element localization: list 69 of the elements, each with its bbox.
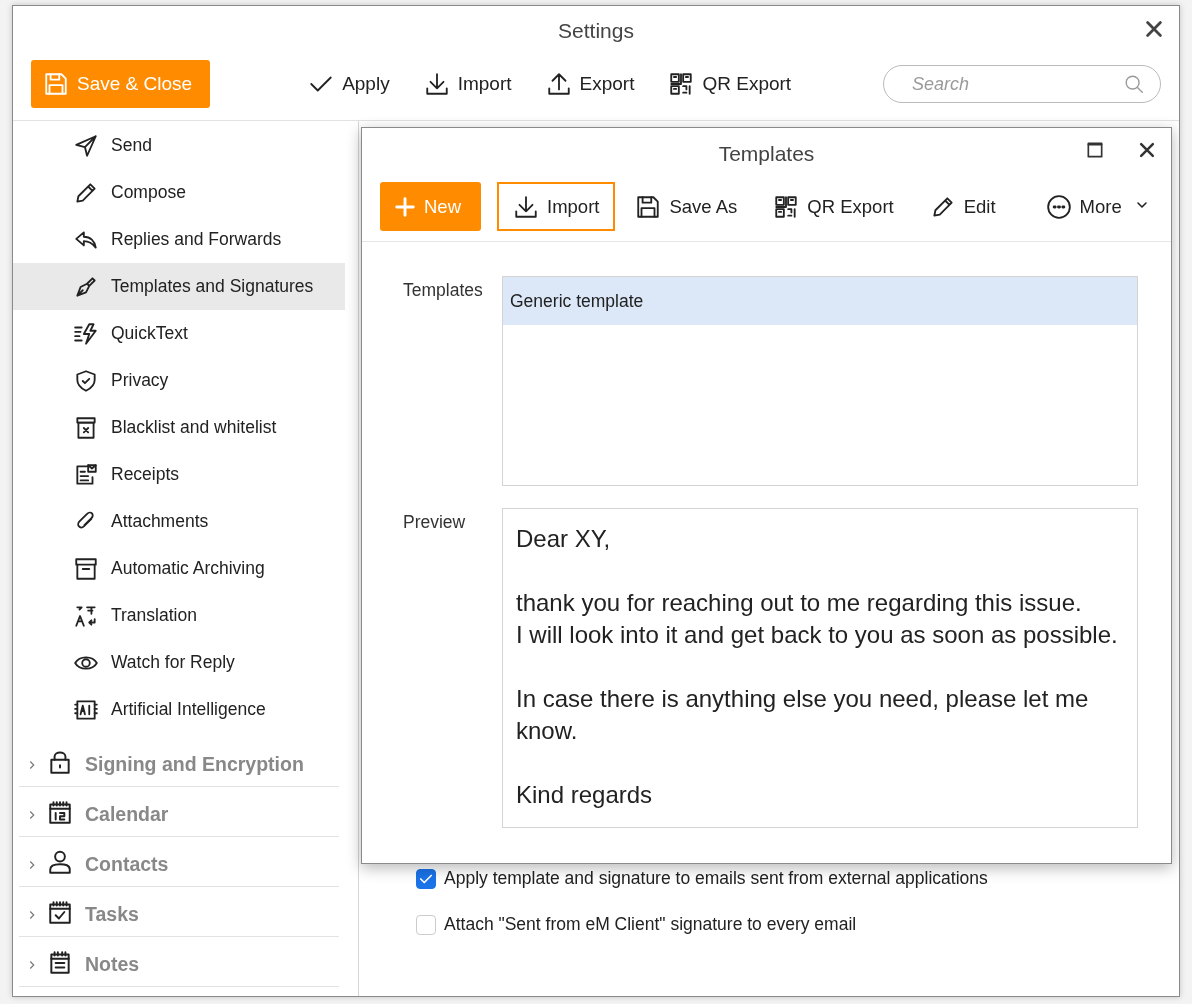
preview-text: Dear XY, bbox=[516, 524, 612, 554]
sidebar-group[interactable]: Notes bbox=[19, 943, 339, 987]
toolbar-button[interactable]: QR Export bbox=[658, 60, 802, 108]
window-title: Settings bbox=[558, 19, 634, 43]
sidebar-item[interactable]: Automatic Archiving bbox=[13, 545, 345, 592]
field-label: Preview bbox=[402, 511, 467, 534]
more-icon bbox=[1045, 193, 1072, 220]
sidebar-item[interactable]: Attachments bbox=[13, 498, 345, 545]
sidebar-item[interactable]: Watch for Reply bbox=[13, 639, 345, 686]
dialog-title: Templates bbox=[718, 142, 815, 166]
sidebar-group[interactable]: Tasks bbox=[19, 893, 339, 937]
sidebar-item[interactable]: Artificial Intelligence bbox=[13, 686, 345, 733]
search-icon bbox=[1123, 73, 1145, 95]
blocked-box-icon bbox=[73, 414, 99, 441]
lock-icon bbox=[47, 749, 73, 775]
calendar-icon bbox=[47, 799, 73, 825]
sidebar-item[interactable]: Replies and Forwards bbox=[13, 216, 345, 263]
checkbox[interactable] bbox=[416, 914, 436, 935]
close-icon bbox=[1137, 140, 1157, 160]
sidebar-item[interactable]: QuickText bbox=[13, 310, 345, 357]
shield-icon bbox=[73, 367, 99, 394]
save-icon bbox=[635, 193, 662, 220]
maximize-icon bbox=[1085, 140, 1105, 160]
sidebar-item[interactable]: Send bbox=[13, 122, 345, 169]
send-icon bbox=[73, 132, 99, 159]
sidebar-item[interactable]: Privacy bbox=[13, 357, 345, 404]
list-item[interactable]: Generic template bbox=[503, 277, 1137, 325]
field-label: Templates bbox=[402, 279, 484, 302]
checkbox[interactable] bbox=[416, 868, 436, 889]
toolbar-button[interactable]: Import bbox=[497, 182, 616, 231]
sidebar-item[interactable]: Blacklist and whitelist bbox=[13, 404, 345, 451]
notes-icon bbox=[47, 949, 73, 975]
maximize-button[interactable] bbox=[1085, 140, 1105, 160]
sidebar-group[interactable]: Signing and Encryption bbox=[19, 743, 339, 787]
archive-icon bbox=[73, 555, 99, 582]
toolbar-button[interactable]: Import bbox=[413, 60, 522, 108]
preview-text: Kind regards bbox=[516, 780, 654, 810]
qr-code-icon bbox=[668, 71, 695, 97]
task-icon bbox=[47, 899, 73, 925]
toolbar-button[interactable]: More bbox=[1029, 182, 1166, 231]
toolbar-button[interactable]: Apply bbox=[298, 60, 400, 108]
toolbar-button[interactable]: Export bbox=[535, 60, 645, 108]
qr-code-icon bbox=[773, 193, 800, 220]
preview-text: thank you for reaching out to me regarding this issue. bbox=[516, 588, 1083, 618]
close-icon bbox=[1143, 18, 1165, 40]
toolbar-button[interactable]: Edit bbox=[913, 182, 1012, 231]
close-button[interactable] bbox=[1143, 18, 1165, 40]
save-icon bbox=[43, 71, 69, 97]
close-button[interactable] bbox=[1137, 140, 1157, 160]
sidebar-item[interactable]: Translation bbox=[13, 592, 345, 639]
preview-text: In case there is anything else you need, please let me know. bbox=[516, 684, 1090, 746]
download-icon bbox=[513, 193, 539, 220]
person-icon bbox=[47, 849, 73, 875]
toolbar-button[interactable]: QR Export bbox=[757, 182, 910, 231]
sidebar-group[interactable]: Calendar bbox=[19, 793, 339, 837]
lightning-icon bbox=[73, 320, 99, 347]
receipt-icon bbox=[73, 461, 99, 488]
search-field[interactable]: Search bbox=[883, 65, 1161, 103]
toolbar-button[interactable]: Save As bbox=[619, 182, 754, 231]
plus-icon bbox=[394, 195, 416, 218]
download-icon bbox=[423, 71, 450, 97]
preview-text: I will look into it and get back to you as soon as possible. bbox=[516, 620, 1119, 650]
upload-icon bbox=[545, 71, 572, 97]
sidebar-group[interactable]: Contacts bbox=[19, 843, 339, 887]
option-label: Apply template and signature to emails sent from external applications bbox=[444, 868, 988, 889]
sidebar-item[interactable]: Receipts bbox=[13, 451, 345, 498]
option-label: Attach "Sent from eM Client" signature to every email bbox=[444, 914, 857, 935]
sidebar-item[interactable]: Templates and Signatures bbox=[13, 263, 345, 310]
sidebar-item[interactable]: Compose bbox=[13, 169, 345, 216]
